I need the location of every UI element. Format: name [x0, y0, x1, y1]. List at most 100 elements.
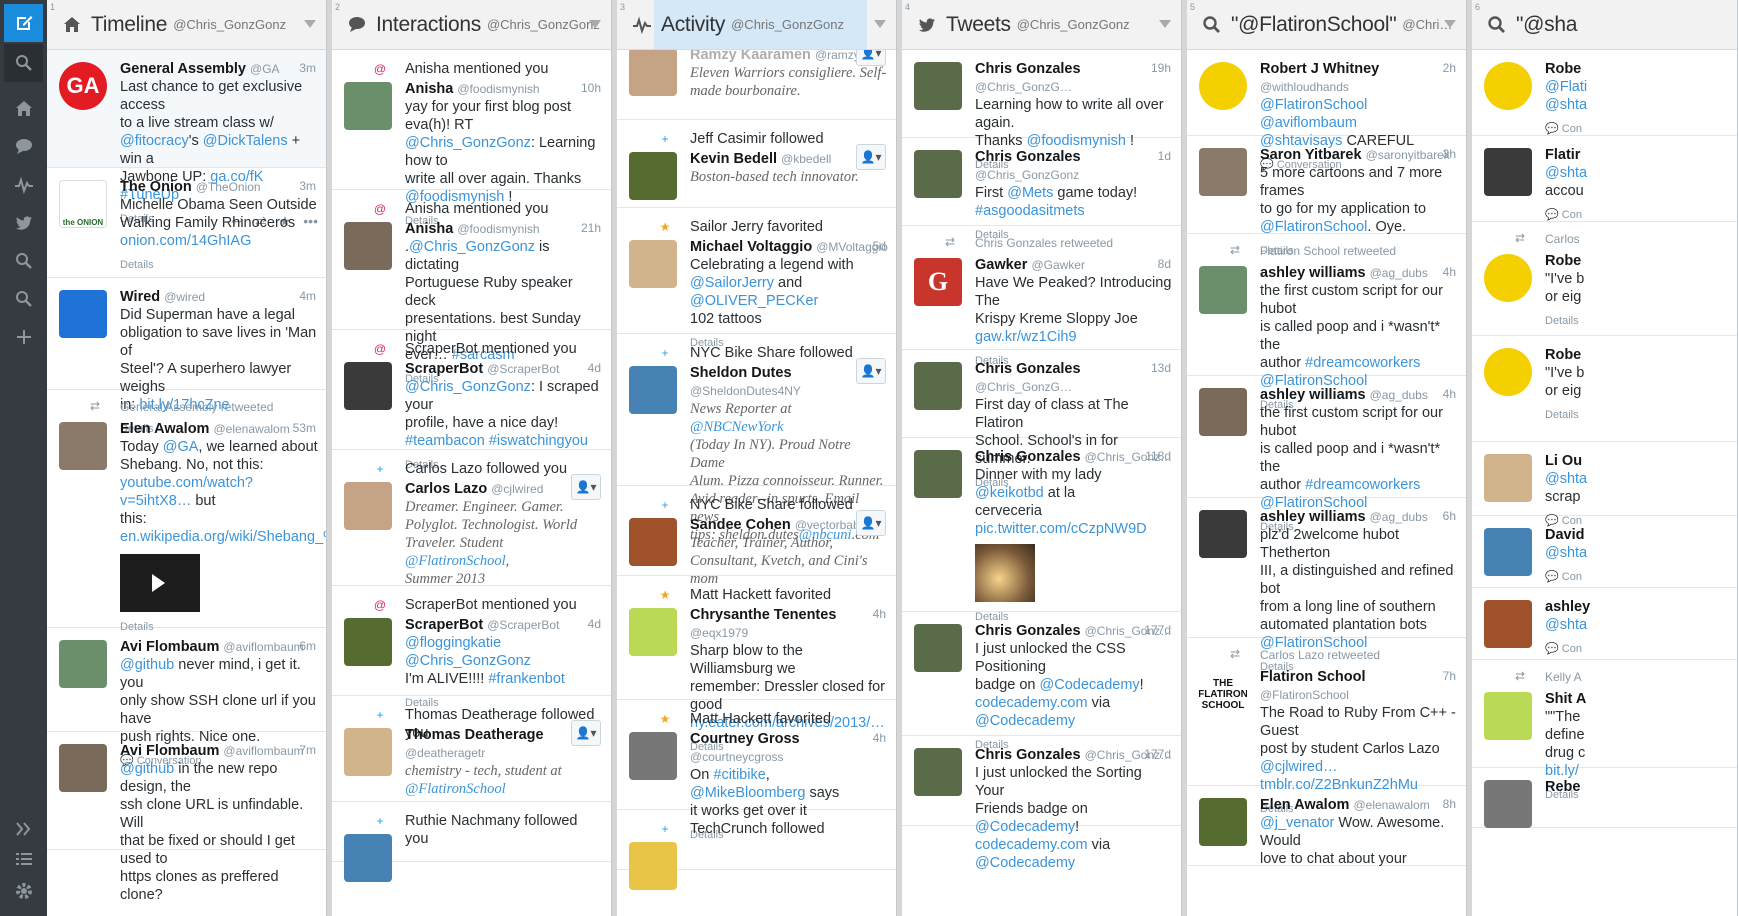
- tweet-item[interactable]: ashley williams @ag_dubs plz'd 2welcome h…: [1187, 498, 1466, 673]
- avatar[interactable]: [59, 422, 107, 470]
- avatar[interactable]: [344, 618, 392, 666]
- column-header[interactable]: 5 "@FlatironSchool" @Chri…: [1187, 0, 1466, 50]
- column-header[interactable]: 2 Interactions @Chris_GonzGonz: [332, 0, 611, 50]
- tweet-media[interactable]: [120, 554, 200, 612]
- avatar[interactable]: [59, 744, 107, 792]
- avatar[interactable]: [344, 834, 392, 882]
- tweet-item[interactable]: Wired @wired Did Superman have a legal obl…: [47, 278, 326, 435]
- column-options-icon[interactable]: [589, 20, 601, 28]
- search-icon[interactable]: [4, 44, 43, 82]
- tweet-item[interactable]: ashley @shta 💬 Con: [1472, 588, 1737, 660]
- tweet-item[interactable]: Chris Gonzales @Chris_Gonz… I just unlock…: [902, 736, 1181, 871]
- tweet-item[interactable]: + NYC Bike Share followed Sheldon Dutes @S…: [617, 334, 896, 543]
- details-link[interactable]: Details: [1545, 312, 1729, 330]
- tweet-item[interactable]: ⇄ Chris Gonzales retweeted G Gawker @Gawker…: [902, 226, 1181, 367]
- tweet-item[interactable]: ⇄ Carlos Robe "I've b or eig Details: [1472, 222, 1737, 336]
- tweet-item[interactable]: Chris Gonzales @Chris_GonzG… Learning how…: [902, 50, 1181, 171]
- tweet-photo[interactable]: [975, 544, 1035, 602]
- tweet-item[interactable]: GA General Assembly @GA Last chance to get…: [47, 50, 326, 229]
- tweet-item[interactable]: + Jeff Casimir followed Kevin Bedell @kbed…: [617, 120, 896, 208]
- avatar[interactable]: [629, 366, 677, 414]
- avatar[interactable]: [629, 152, 677, 200]
- tweet-item[interactable]: ashley williams @ag_dubs the first custom…: [1187, 376, 1466, 533]
- avatar[interactable]: [1199, 148, 1247, 196]
- tweet-item[interactable]: + TechCrunch followed: [617, 810, 896, 890]
- tweet-item[interactable]: ★ Matt Hackett favorited Courtney Gross @c…: [617, 700, 896, 841]
- settings-icon[interactable]: [4, 872, 43, 910]
- tweet-item[interactable]: Chris Gonzales @Chris_GonzGonz First @Met…: [902, 138, 1181, 241]
- column-body[interactable]: Ramzy Kaaramen @ramzy Eleven Warriors con…: [617, 50, 896, 916]
- avatar[interactable]: [629, 518, 677, 566]
- follow-button[interactable]: 👤▾: [856, 358, 886, 384]
- column-body[interactable]: Robe @Flati @shta 💬 Con Flatir @shta accou 💬 Co…: [1472, 50, 1737, 916]
- follow-button[interactable]: 👤▾: [571, 474, 601, 500]
- tweet-item[interactable]: the ONION The Onion @TheOnion Michelle Oba…: [47, 168, 326, 278]
- tweet-item[interactable]: Chris Gonzales @Chris_GonzG… First day of…: [902, 350, 1181, 489]
- tweet-item[interactable]: Avi Flombaum @aviflombaum @github in the …: [47, 732, 326, 903]
- avatar[interactable]: [629, 240, 677, 288]
- details-link[interactable]: Details: [120, 256, 318, 274]
- the-onion-logo[interactable]: the ONION: [59, 180, 107, 228]
- tweet-item[interactable]: @ Anisha mentioned you Anisha @foodismynis…: [332, 50, 611, 227]
- avatar[interactable]: [1484, 254, 1532, 302]
- tweet-item[interactable]: Flatir @shta accou 💬 Con: [1472, 136, 1737, 222]
- avatar[interactable]: [914, 450, 962, 498]
- column-body[interactable]: @ Anisha mentioned you Anisha @foodismynis…: [332, 50, 611, 916]
- column-options-icon[interactable]: [304, 20, 316, 28]
- avatar[interactable]: [914, 748, 962, 796]
- tweet-item[interactable]: Chris Gonzales @Chris_Gonz… I just unlock…: [902, 612, 1181, 751]
- avatar[interactable]: [914, 62, 962, 110]
- column-options-icon[interactable]: [874, 20, 886, 28]
- tweet-item[interactable]: ★ Sailor Jerry favorited Michael Voltaggio…: [617, 208, 896, 349]
- avatar[interactable]: [629, 842, 677, 890]
- follow-button[interactable]: 👤▾: [571, 720, 601, 746]
- column-options-icon[interactable]: [1444, 20, 1456, 28]
- avatar[interactable]: [1484, 348, 1532, 396]
- avatar[interactable]: [344, 222, 392, 270]
- tweet-item[interactable]: + NYC Bike Share followed Sandee Cohen @ve…: [617, 486, 896, 587]
- tweet-item[interactable]: David @shta 💬 Con: [1472, 516, 1737, 588]
- avatar[interactable]: [629, 608, 677, 656]
- avatar[interactable]: [1199, 62, 1247, 110]
- tweet-item[interactable]: Saron Yitbarek @saronyitbarek 5 more cart…: [1187, 136, 1466, 257]
- avatar[interactable]: [629, 732, 677, 780]
- follow-button[interactable]: 👤▾: [856, 510, 886, 536]
- column-header[interactable]: 6 "@sha: [1472, 0, 1737, 50]
- avatar[interactable]: [1484, 692, 1532, 740]
- avatar[interactable]: [914, 150, 962, 198]
- avatar[interactable]: [344, 482, 392, 530]
- tweet-item[interactable]: + Carlos Lazo followed you Carlos Lazo @cj…: [332, 450, 611, 587]
- tweet-item[interactable]: ⇄ Kelly A Shit A ""The define drug c bit.ly/De…: [1472, 660, 1737, 801]
- tweet-item[interactable]: Rebe: [1472, 768, 1737, 828]
- tweet-item[interactable]: Robe @Flati @shta 💬 Con: [1472, 50, 1737, 136]
- tweet-item[interactable]: Avi Flombaum @aviflombaum @github never m…: [47, 628, 326, 767]
- column-header[interactable]: 4 Tweets @Chris_GonzGonz: [902, 0, 1181, 50]
- avatar[interactable]: [914, 624, 962, 672]
- tweet-item[interactable]: ★ Matt Hackett favorited Chrysanthe Tenent…: [617, 576, 896, 753]
- wired-logo[interactable]: [59, 290, 107, 338]
- tweet-item[interactable]: Li Ou @shta scrap 💬 Con: [1472, 442, 1737, 527]
- gawker-logo[interactable]: G: [914, 258, 962, 306]
- column-body[interactable]: Robert J Whitney @withloudhands @Flatiron…: [1187, 50, 1466, 916]
- column-options-icon[interactable]: [1159, 20, 1171, 28]
- search-column-icon-2[interactable]: [4, 280, 43, 318]
- tweet-item[interactable]: Robe "I've b or eig Details: [1472, 336, 1737, 442]
- avatar[interactable]: [344, 728, 392, 776]
- follow-button[interactable]: 👤▾: [856, 50, 886, 66]
- avatar[interactable]: [1484, 780, 1532, 828]
- column-header[interactable]: 3 Activity @Chris_GonzGonz: [617, 0, 896, 50]
- avatar[interactable]: [914, 362, 962, 410]
- tweet-item[interactable]: Elen Awalom @elenawalom @j_venator Wow. A…: [1187, 786, 1466, 867]
- avatar[interactable]: [1199, 388, 1247, 436]
- tweet-item[interactable]: @ ScraperBot mentioned you ScraperBot @Scr…: [332, 586, 611, 709]
- tweet-item[interactable]: ⇄ Carlos Lazo retweeted THE FLATIRON SCHOO…: [1187, 638, 1466, 815]
- tweet-item[interactable]: Robert J Whitney @withloudhands @Flatiron…: [1187, 50, 1466, 171]
- twitter-icon[interactable]: [4, 204, 43, 242]
- avatar[interactable]: [59, 640, 107, 688]
- avatar[interactable]: [1199, 798, 1247, 846]
- details-link[interactable]: 💬 Con: [1545, 568, 1729, 586]
- home-icon[interactable]: [4, 90, 43, 128]
- activity-icon[interactable]: [4, 166, 43, 204]
- tweet-item[interactable]: + Ruthie Nachmany followed you: [332, 802, 611, 882]
- avatar[interactable]: [629, 50, 677, 96]
